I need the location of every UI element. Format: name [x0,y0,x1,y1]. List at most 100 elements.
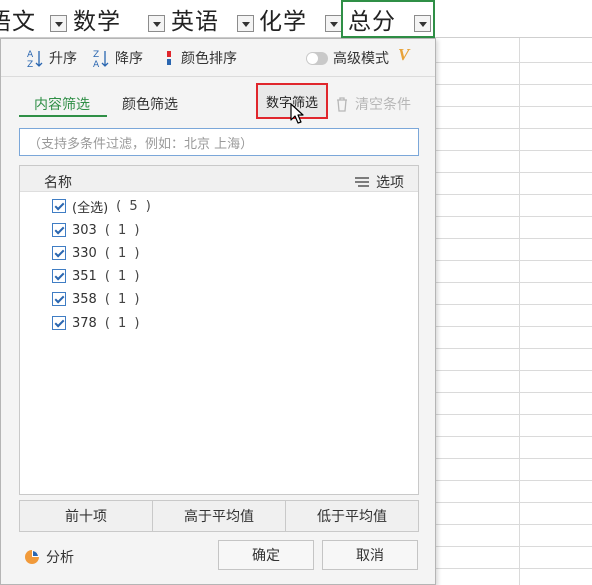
grid-row-line [436,172,592,173]
tab-content-filter[interactable]: 内容筛选 [34,94,90,114]
pie-chart-icon [25,550,39,564]
item-label: 330 [72,245,97,261]
grid-row-line [436,458,592,459]
advanced-mode-toggle[interactable] [306,52,328,65]
search-placeholder: （支持多条件过滤，例如：北京 上海） [28,136,254,152]
value-list: 名称 选项 (全选) ( 5 ) 303 ( 1 ) 330 ( 1 ) 351… [19,165,419,495]
grid-row-line [436,150,592,151]
checkbox[interactable] [52,199,66,213]
grid-row-line [436,546,592,547]
clear-conditions-button[interactable]: 清空条件 [335,94,411,114]
grid-row-line [436,304,592,305]
item-count: ( 1 ) [104,245,142,261]
mouse-cursor-icon [290,103,304,124]
grid-row-line [436,568,592,569]
header-label: 数学 [73,8,121,35]
sort-by-color-label: 颜色排序 [181,51,237,67]
item-count: ( 5 ) [116,198,153,214]
above-average-button[interactable]: 高于平均值 [153,501,286,531]
value-list-header: 名称 选项 [20,166,418,192]
list-options-icon [355,177,369,187]
item-label: 303 [72,222,97,238]
list-item-select-all[interactable]: (全选) ( 5 ) [52,197,153,216]
item-label: (全选) [72,200,109,216]
svg-text:Z: Z [93,50,99,60]
filter-dropdown-button[interactable] [325,15,342,32]
grid-row-line [436,392,592,393]
grid-row-line [436,480,592,481]
color-sort-icon [167,51,171,65]
svg-text:Z: Z [27,60,33,68]
grid-row-line [436,348,592,349]
sort-descending-icon: Z A [93,50,109,68]
checkbox[interactable] [52,316,66,330]
column-header-row: 语文 数学 英语 化学 总分 [0,0,592,38]
header-cell-chinese[interactable]: 语文 [0,0,36,37]
grid-row-line [436,414,592,415]
analyze-button[interactable]: 分析 [24,547,74,567]
grid-row-line [436,282,592,283]
list-item[interactable]: 378 ( 1 ) [52,314,142,332]
checkbox[interactable] [52,246,66,260]
list-item[interactable]: 358 ( 1 ) [52,290,142,308]
advanced-mode-label: 高级模式 [333,51,389,67]
grid-row-line [436,62,592,63]
grid-row-line [436,370,592,371]
item-label: 378 [72,315,97,331]
filter-dropdown-button[interactable] [50,15,67,32]
trash-icon [337,97,347,112]
active-tab-indicator [19,115,107,117]
item-label: 358 [72,291,97,307]
below-average-button[interactable]: 低于平均值 [286,501,418,531]
sort-descending-button[interactable]: Z A 降序 [92,48,143,68]
filter-dropdown-button[interactable] [237,15,254,32]
tab-color-filter[interactable]: 颜色筛选 [122,94,178,114]
grid-row-line [436,84,592,85]
item-count: ( 1 ) [104,291,142,307]
name-column-header: 名称 [44,175,72,191]
sort-ascending-icon: A Z [27,50,43,68]
grid-row-line [436,238,592,239]
grid-row-line [436,524,592,525]
sort-descending-label: 降序 [115,51,143,67]
header-cell-chemistry[interactable]: 化学 [259,0,307,37]
sort-toolbar: A Z 升序 Z A 降序 颜色排序 高级模式 V [1,39,435,77]
grid-row-line [436,326,592,327]
sort-ascending-label: 升序 [49,51,77,67]
filter-dropdown-button[interactable] [148,15,165,32]
analyze-label: 分析 [46,550,74,566]
list-item[interactable]: 351 ( 1 ) [52,267,142,285]
header-label: 语文 [0,8,36,35]
ok-button[interactable]: 确定 [218,540,314,570]
filter-panel: A Z 升序 Z A 降序 颜色排序 高级模式 V 内容筛选 颜色筛选 数字筛选… [0,38,436,585]
list-item[interactable]: 330 ( 1 ) [52,244,142,262]
item-label: 351 [72,268,97,284]
grid-row-line [436,436,592,437]
top-ten-button[interactable]: 前十项 [20,501,153,531]
clear-conditions-label: 清空条件 [355,97,411,113]
checkbox[interactable] [52,269,66,283]
filter-search-input[interactable]: （支持多条件过滤，例如：北京 上海） [19,128,419,156]
grid-row-line [436,216,592,217]
item-count: ( 1 ) [104,222,142,238]
sort-by-color-button[interactable]: 颜色排序 [164,48,237,68]
item-count: ( 1 ) [104,315,142,331]
header-cell-math[interactable]: 数学 [73,0,121,37]
vip-icon: V [398,45,410,64]
grid-row-line [436,260,592,261]
list-item[interactable]: 303 ( 1 ) [52,221,142,239]
checkbox[interactable] [52,292,66,306]
grid-row-line [436,194,592,195]
active-cell-outline [341,0,435,38]
svg-text:A: A [27,50,34,60]
checkbox[interactable] [52,223,66,237]
grid-row-line [436,128,592,129]
header-label: 英语 [171,8,219,35]
sort-ascending-button[interactable]: A Z 升序 [26,48,77,68]
header-cell-english[interactable]: 英语 [171,0,219,37]
options-button[interactable]: 选项 [354,172,404,192]
header-label: 化学 [259,8,307,35]
cancel-button[interactable]: 取消 [322,540,418,570]
svg-text:A: A [93,60,100,68]
grid-row-line [436,106,592,107]
